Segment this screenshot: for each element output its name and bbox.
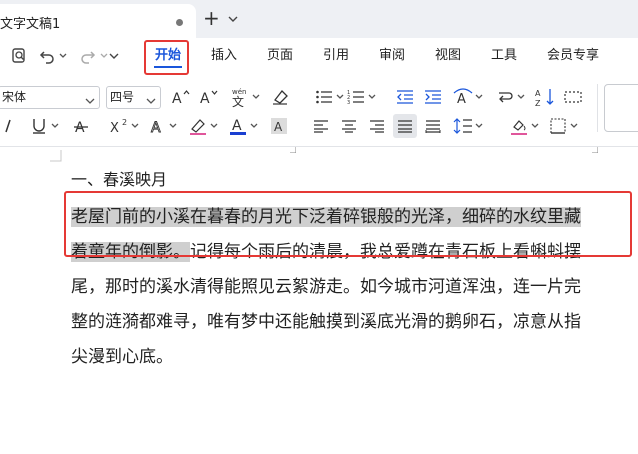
font-size-select[interactable]: 四号 <box>106 86 161 109</box>
bullet-list-icon[interactable] <box>314 87 334 107</box>
superscript-dropdown-icon[interactable] <box>131 123 139 129</box>
paragraph-text[interactable]: 整的涟漪都难寻，唯有梦中还能触摸到溪底光滑的鹅卵石，凉意从指 <box>71 312 581 332</box>
undo-icon[interactable] <box>38 46 56 66</box>
tab-member[interactable]: 会员专享 <box>547 47 599 65</box>
align-left-icon[interactable] <box>312 117 330 135</box>
underline-icon[interactable] <box>30 116 48 136</box>
svg-text:A: A <box>151 120 161 135</box>
redo-icon[interactable] <box>79 46 97 66</box>
paragraph-line: 整的涟漪都难寻，唯有梦中还能触摸到溪底光滑的鹅卵石，凉意从指 <box>71 305 631 340</box>
print-preview-icon[interactable] <box>9 46 29 66</box>
paragraph-line: 尾，那时的溪水清得能照见云絮游走。如今城市河道浑浊，连一片完 <box>71 270 631 305</box>
justify-icon[interactable] <box>393 114 417 138</box>
distributed-icon[interactable] <box>424 117 442 135</box>
border-icon[interactable] <box>549 117 567 135</box>
undo-dropdown-icon[interactable] <box>59 53 67 59</box>
paragraph-text[interactable]: 尾，那时的溪水清得能照见云絮游走。如今城市河道浑浊，连一片完 <box>71 277 581 297</box>
svg-text:A: A <box>172 91 182 106</box>
svg-text:2: 2 <box>122 118 127 127</box>
chevron-down-icon <box>85 92 95 104</box>
numbered-list-dropdown-icon[interactable] <box>368 94 376 100</box>
chevron-down-icon <box>146 92 156 104</box>
show-marks-icon[interactable] <box>563 87 583 107</box>
ribbon-bottom-border <box>0 146 638 147</box>
unsaved-dot-icon[interactable] <box>176 19 183 26</box>
char-shading-icon[interactable]: A <box>270 116 288 136</box>
font-color-dropdown-icon[interactable] <box>250 123 258 129</box>
svg-text:A: A <box>457 92 466 107</box>
align-right-icon[interactable] <box>368 117 386 135</box>
border-dropdown-icon[interactable] <box>570 123 578 129</box>
pinyin-icon[interactable]: wén 文 <box>229 86 251 108</box>
page-margin-corner-icon <box>50 147 62 162</box>
svg-text:A: A <box>535 89 541 98</box>
paragraph-line: 尖漫到心底。 <box>71 340 631 375</box>
grow-font-icon[interactable]: A <box>171 87 191 107</box>
svg-text:X: X <box>110 121 119 135</box>
section-heading[interactable]: 一、春溪映月 <box>71 166 167 190</box>
strikethrough-icon[interactable]: A <box>72 116 90 136</box>
highlight-icon[interactable] <box>188 116 208 136</box>
text-direction-dropdown-icon[interactable] <box>475 94 483 100</box>
text-effect-icon[interactable]: A <box>149 116 167 136</box>
svg-text:A: A <box>200 91 210 106</box>
font-size-value: 四号 <box>110 90 135 104</box>
tab-insert[interactable]: 插入 <box>211 47 237 65</box>
sort-dropdown-icon[interactable] <box>517 94 525 100</box>
highlight-dropdown-icon[interactable] <box>210 123 218 129</box>
superscript-icon[interactable]: X2 <box>110 116 130 136</box>
paragraph-shading-icon[interactable] <box>509 116 529 136</box>
style-gallery[interactable] <box>604 84 638 132</box>
paragraph-shading-dropdown-icon[interactable] <box>531 123 539 129</box>
align-center-icon[interactable] <box>340 117 358 135</box>
svg-text:Z: Z <box>535 99 541 107</box>
font-color-icon[interactable]: A <box>229 115 247 137</box>
tab-page[interactable]: 页面 <box>267 47 293 65</box>
svg-text:A: A <box>274 120 283 134</box>
new-tab-dropdown-icon[interactable] <box>226 9 240 27</box>
numbered-list-icon[interactable]: 123 <box>346 87 366 107</box>
text-direction-icon[interactable]: A <box>452 86 474 108</box>
svg-text:3: 3 <box>347 100 350 105</box>
pinyin-dropdown-icon[interactable] <box>252 94 260 100</box>
font-dialog-launcher-icon[interactable] <box>290 138 297 154</box>
tab-references[interactable]: 引用 <box>323 47 349 65</box>
annotation-box-selection <box>64 191 632 257</box>
title-bar: 文字文稿1 + <box>0 0 638 38</box>
tab-tools[interactable]: 工具 <box>491 47 517 65</box>
svg-text:A: A <box>232 118 242 134</box>
increase-indent-icon[interactable] <box>423 87 443 107</box>
sort-icon[interactable] <box>495 87 515 107</box>
italic-icon[interactable] <box>0 116 16 136</box>
shrink-font-icon[interactable]: A <box>199 87 219 107</box>
paragraph-dialog-launcher-icon[interactable] <box>592 138 599 154</box>
decrease-indent-icon[interactable] <box>395 87 415 107</box>
document-tab-title: 文字文稿1 <box>0 17 61 32</box>
underline-dropdown-icon[interactable] <box>51 123 59 129</box>
paragraph-text[interactable]: 尖漫到心底。 <box>71 347 173 367</box>
tab-view[interactable]: 视图 <box>435 47 461 65</box>
more-icon[interactable] <box>106 46 122 66</box>
clear-format-icon[interactable] <box>270 87 290 107</box>
ribbon-separator <box>597 84 598 132</box>
new-tab-plus-icon[interactable]: + <box>203 8 220 28</box>
annotation-box-home-tab <box>144 40 189 75</box>
font-name-value: 宋体 <box>2 90 27 104</box>
tab-review[interactable]: 审阅 <box>379 47 405 65</box>
text-effect-dropdown-icon[interactable] <box>169 123 177 129</box>
document-tab[interactable]: 文字文稿1 <box>0 4 196 38</box>
svg-text:文: 文 <box>232 94 244 108</box>
sort-az-icon[interactable]: AZ <box>535 86 557 108</box>
font-name-select[interactable]: 宋体 <box>0 86 100 109</box>
line-spacing-icon[interactable] <box>453 116 473 136</box>
bullet-list-dropdown-icon[interactable] <box>336 94 344 100</box>
line-spacing-dropdown-icon[interactable] <box>475 123 483 129</box>
